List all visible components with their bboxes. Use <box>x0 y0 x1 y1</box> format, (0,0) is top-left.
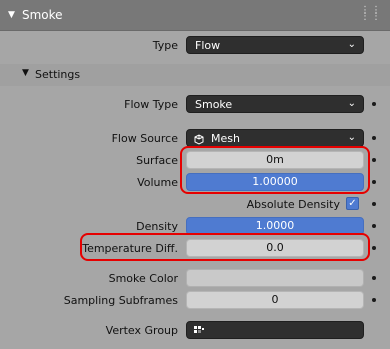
flow-type-value: Smoke <box>195 98 233 111</box>
absolute-density-checkbox[interactable]: ✓ <box>346 197 359 210</box>
type-value: Flow <box>195 39 221 52</box>
annotation-highlight <box>80 233 370 261</box>
keyframe-dot[interactable] <box>372 180 376 184</box>
smoke-color-label: Smoke Color <box>108 272 178 285</box>
keyframe-dot[interactable] <box>372 136 376 140</box>
keyframe-dot[interactable] <box>372 102 376 106</box>
keyframe-dot[interactable] <box>372 202 376 206</box>
panel-title: Smoke <box>22 8 63 22</box>
sampling-subframes-label: Sampling Subframes <box>63 294 178 307</box>
smoke-color-swatch[interactable] <box>186 269 364 287</box>
type-dropdown[interactable]: Flow ⌄ <box>186 36 364 54</box>
keyframe-dot[interactable] <box>372 298 376 302</box>
settings-title: Settings <box>35 68 81 81</box>
annotation-highlight <box>180 146 370 194</box>
chevron-down-icon: ⌄ <box>347 98 356 109</box>
flow-source-label: Flow Source <box>111 132 178 145</box>
vertex-group-label: Vertex Group <box>105 324 178 337</box>
surface-label: Surface <box>136 154 178 167</box>
sampling-subframes-value: 0 <box>271 293 279 306</box>
mesh-icon <box>194 134 204 145</box>
absolute-density-label: Absolute Density <box>246 198 340 211</box>
flow-source-dropdown[interactable]: Mesh ⌄ <box>186 129 364 147</box>
keyframe-dot[interactable] <box>372 158 376 162</box>
collapse-arrow-icon[interactable]: ▼ <box>22 68 29 78</box>
sampling-subframes-field[interactable]: 0 <box>186 291 364 309</box>
flow-type-label: Flow Type <box>124 98 178 111</box>
collapse-arrow-icon[interactable]: ▼ <box>8 10 15 20</box>
chevron-down-icon: ⌄ <box>347 132 356 143</box>
type-label: Type <box>152 39 178 52</box>
vertex-group-icon <box>194 326 204 333</box>
flow-source-value: Mesh <box>211 132 240 145</box>
density-label: Density <box>136 220 178 233</box>
volume-label: Volume <box>137 176 178 189</box>
keyframe-dot[interactable] <box>372 246 376 250</box>
drag-handle-icon[interactable]: ⋮⋮ ⋮⋮ <box>360 6 382 22</box>
chevron-down-icon: ⌄ <box>347 39 356 50</box>
flow-type-dropdown[interactable]: Smoke ⌄ <box>186 95 364 113</box>
density-value: 1.0000 <box>255 219 295 232</box>
keyframe-dot[interactable] <box>372 224 376 228</box>
vertex-group-field[interactable] <box>186 321 364 339</box>
panel-header[interactable]: ▼ Smoke ⋮⋮ ⋮⋮ <box>0 0 390 31</box>
keyframe-dot[interactable] <box>372 276 376 280</box>
settings-section-header[interactable]: ▼ Settings <box>0 64 390 86</box>
